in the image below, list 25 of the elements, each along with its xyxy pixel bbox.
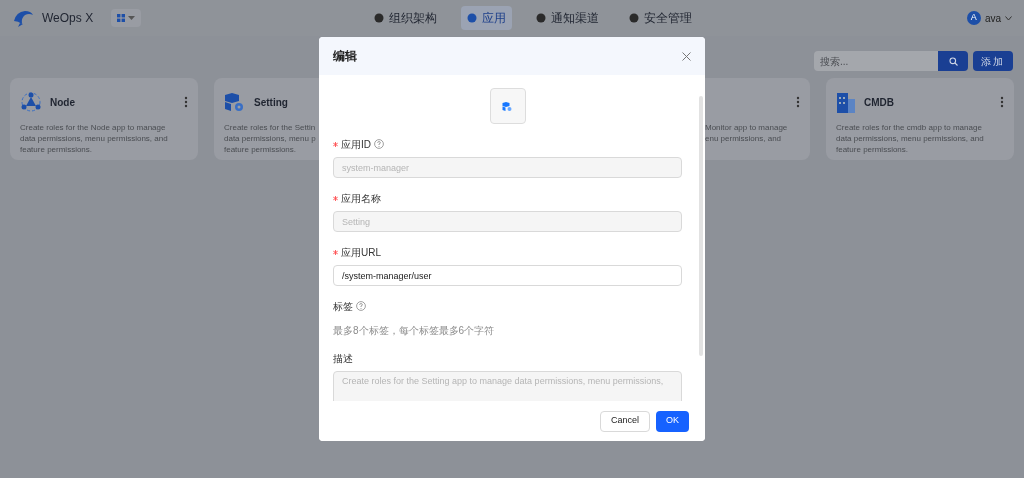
nav-tab[interactable]: 应用 — [461, 6, 512, 30]
ok-button[interactable]: OK — [656, 410, 689, 432]
field-label: 描述 — [333, 351, 353, 366]
field-label: 应用名称 — [341, 191, 381, 206]
nav-tab[interactable]: 通知渠道 — [530, 6, 605, 30]
field-label: 标签 — [333, 299, 353, 314]
field-hint: 最多8个标签，每个标签最多6个字符 — [333, 324, 496, 338]
card-title: Node — [50, 95, 75, 110]
add-button[interactable]: 添加 — [973, 51, 1013, 71]
card-title: CMDB — [864, 95, 894, 110]
card-title: Setting — [254, 95, 288, 110]
search-field[interactable]: 搜索... — [814, 51, 938, 71]
user-name[interactable]: ava — [984, 10, 1001, 26]
nav-tab[interactable]: 安全管理 — [623, 6, 698, 30]
card-description: Create roles for the Node app to manage data permissions, menu permissions, and feature permissions. — [20, 122, 169, 155]
nav-tab[interactable]: 组织架构 — [368, 6, 443, 30]
field-label: 应用URL — [341, 245, 381, 260]
user-avatar[interactable]: A — [966, 11, 981, 25]
text-field[interactable]: /system-manager/user — [333, 265, 682, 286]
field-label: 应用ID — [341, 137, 371, 152]
brand-name: WeOps X — [42, 10, 94, 27]
app-card[interactable]: Node Create roles for the Node app to manage data permissions, menu permissions, and feature permissions. — [10, 78, 198, 160]
cancel-button[interactable]: Cancel — [599, 410, 650, 432]
dialog-title: 编辑 — [333, 48, 357, 65]
card-description: Monitor app to manage enu permissions, and — [704, 122, 789, 144]
